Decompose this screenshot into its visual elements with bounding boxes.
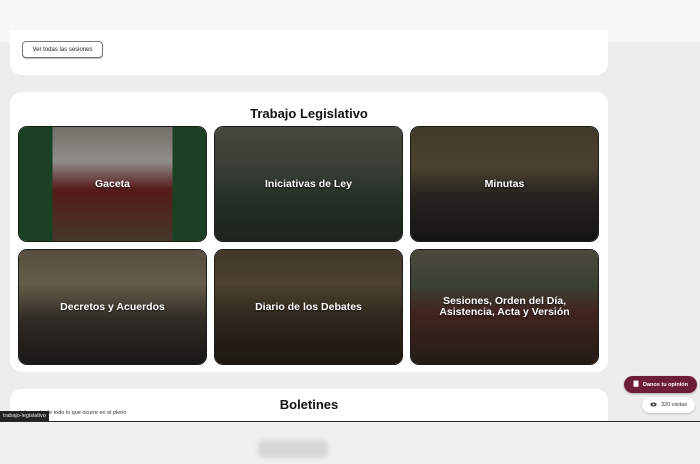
tile-iniciativas-label: Iniciativas de Ley	[265, 177, 352, 190]
tile-decretos[interactable]: Decretos y Acuerdos	[18, 249, 207, 365]
tile-sesiones[interactable]: Sesiones, Orden del Día, Asistencia, Act…	[410, 249, 599, 365]
blurred-footer-logo	[258, 440, 328, 458]
feedback-button-label: Danos tu opinión	[643, 381, 688, 388]
tile-decretos-label: Decretos y Acuerdos	[60, 300, 165, 313]
tile-gaceta[interactable]: Gaceta	[18, 126, 207, 242]
tile-diario[interactable]: Diario de los Debates	[214, 249, 403, 365]
clipboard-icon	[633, 380, 639, 389]
tile-minutas[interactable]: Minutas	[410, 126, 599, 242]
link-tooltip: trabajo-legislativo	[0, 411, 49, 421]
tile-gaceta-label: Gaceta	[94, 177, 131, 190]
tile-minutas-label: Minutas	[484, 177, 525, 190]
tile-diario-label: Diario de los Debates	[255, 300, 362, 313]
tile-iniciativas[interactable]: Iniciativas de Ley	[214, 126, 403, 242]
visits-counter: 320 visitas	[642, 397, 695, 413]
visits-label: 320 visitas	[661, 402, 687, 408]
legislative-work-title: Trabajo Legislativo	[250, 106, 368, 121]
sessions-card: Ver todas las sesiones	[10, 30, 608, 75]
feedback-button[interactable]: Danos tu opinión	[624, 376, 697, 393]
bottom-bar	[0, 421, 700, 464]
tile-sesiones-label: Sesiones, Orden del Día, Asistencia, Act…	[439, 295, 570, 318]
view-all-sessions-button[interactable]: Ver todas las sesiones	[22, 41, 103, 58]
eye-icon	[650, 402, 657, 409]
legislative-work-card: Trabajo Legislativo Gaceta Iniciativas d…	[10, 92, 608, 372]
